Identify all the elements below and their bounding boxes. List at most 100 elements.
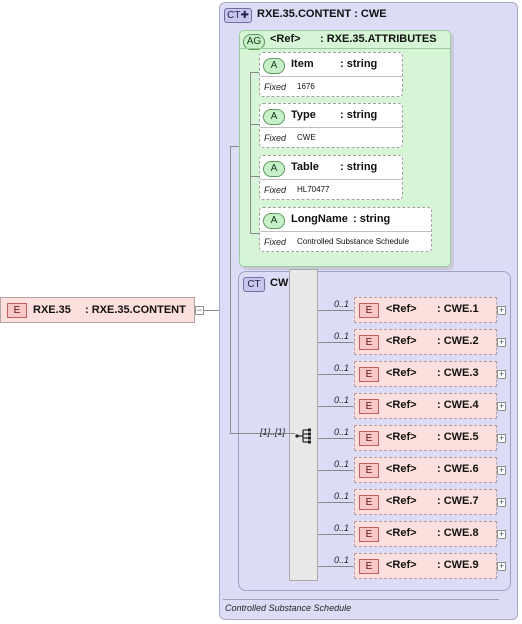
- content-type-title: RXE.35.CONTENT : CWE: [257, 8, 387, 20]
- root-element-name: RXE.35: [33, 304, 71, 316]
- documentation-text: Controlled Substance Schedule: [225, 603, 352, 613]
- element-type: : CWE.4: [437, 399, 479, 411]
- expand-toggle[interactable]: +: [497, 402, 506, 411]
- connector: [318, 566, 354, 567]
- fixed-value: Controlled Substance Schedule: [297, 237, 410, 246]
- connector: [230, 146, 231, 433]
- element-type: : CWE.3: [437, 367, 479, 379]
- element-occurrence: 0..1: [334, 523, 350, 533]
- element-ref: <Ref>: [386, 367, 417, 379]
- connector: [250, 124, 259, 125]
- fixed-label: Fixed: [264, 133, 287, 143]
- connector: [318, 310, 354, 311]
- element-ref: <Ref>: [386, 559, 417, 571]
- expand-toggle[interactable]: +: [497, 498, 506, 507]
- connector: [318, 502, 354, 503]
- attribute-name: Type: [291, 109, 316, 121]
- fixed-value: HL70477: [297, 185, 330, 194]
- expand-toggle[interactable]: +: [497, 530, 506, 539]
- fixed-value: 1676: [297, 82, 315, 91]
- element-badge: E: [359, 463, 379, 478]
- connector: [250, 72, 251, 233]
- element-badge: E: [359, 367, 379, 382]
- element-occurrence: 0..1: [334, 395, 350, 405]
- connector: [250, 72, 259, 73]
- element-type: : CWE.5: [437, 431, 479, 443]
- element-badge: E: [359, 335, 379, 350]
- sequence-icon: [295, 428, 311, 444]
- element-occurrence: 0..1: [334, 459, 350, 469]
- fixed-label: Fixed: [264, 237, 287, 247]
- element-ref: <Ref>: [386, 431, 417, 443]
- content-type-badge: CT✚: [224, 8, 252, 23]
- expand-toggle[interactable]: +: [497, 306, 506, 315]
- fixed-label: Fixed: [264, 82, 287, 92]
- cwe-type-badge: CT: [243, 277, 265, 292]
- element-badge: E: [359, 527, 379, 542]
- element-ref: <Ref>: [386, 495, 417, 507]
- element-badge: E: [7, 303, 27, 318]
- element-badge: E: [359, 495, 379, 510]
- attribute-divider: [260, 127, 402, 128]
- attribute-type: : string: [340, 58, 378, 70]
- connector: [318, 374, 354, 375]
- attribute-type: : string: [353, 213, 391, 225]
- documentation-divider: [223, 599, 499, 600]
- element-type: : CWE.8: [437, 527, 479, 539]
- connector: [318, 406, 354, 407]
- element-badge: E: [359, 559, 379, 574]
- connector: [318, 438, 354, 439]
- element-occurrence: 0..1: [334, 299, 350, 309]
- element-type: : CWE.2: [437, 335, 479, 347]
- connector: [289, 433, 295, 434]
- expand-toggle[interactable]: +: [497, 562, 506, 571]
- element-ref: <Ref>: [386, 399, 417, 411]
- attribute-badge: A: [263, 161, 285, 177]
- connector: [318, 470, 354, 471]
- root-element-type: : RXE.35.CONTENT: [85, 304, 186, 316]
- element-occurrence: 0..1: [334, 363, 350, 373]
- connector: [250, 233, 259, 234]
- expand-toggle[interactable]: +: [497, 434, 506, 443]
- attribute-group-type: : RXE.35.ATTRIBUTES: [320, 33, 437, 45]
- connector: [250, 176, 259, 177]
- expand-icon: ✚: [240, 10, 249, 21]
- element-type: : CWE.7: [437, 495, 479, 507]
- element-type: : CWE.1: [437, 303, 479, 315]
- fixed-label: Fixed: [264, 185, 287, 195]
- attribute-name: Item: [291, 58, 314, 70]
- element-type: : CWE.6: [437, 463, 479, 475]
- element-ref: <Ref>: [386, 463, 417, 475]
- expand-toggle[interactable]: +: [497, 466, 506, 475]
- attribute-badge: A: [263, 109, 285, 125]
- connector: [318, 534, 354, 535]
- sequence-occurrence: [1]..[1]: [260, 427, 286, 437]
- attribute-divider: [260, 179, 402, 180]
- sequence-compositor[interactable]: [289, 269, 318, 581]
- collapse-toggle[interactable]: −: [195, 306, 204, 315]
- expand-toggle[interactable]: +: [497, 370, 506, 379]
- attribute-type: : string: [340, 161, 378, 173]
- attribute-name: Table: [291, 161, 319, 173]
- attribute-type: : string: [340, 109, 378, 121]
- element-badge: E: [359, 399, 379, 414]
- attribute-divider: [260, 231, 431, 232]
- element-occurrence: 0..1: [334, 331, 350, 341]
- attribute-group-ref: <Ref>: [270, 33, 301, 45]
- attribute-divider: [260, 76, 402, 77]
- attribute-badge: A: [263, 213, 285, 229]
- connector: [230, 146, 239, 147]
- element-occurrence: 0..1: [334, 491, 350, 501]
- connector: [318, 342, 354, 343]
- attribute-badge: A: [263, 58, 285, 74]
- element-badge: E: [359, 303, 379, 318]
- root-element[interactable]: E RXE.35 : RXE.35.CONTENT: [0, 297, 195, 323]
- element-type: : CWE.9: [437, 559, 479, 571]
- element-occurrence: 0..1: [334, 555, 350, 565]
- fixed-value: CWE: [297, 133, 316, 142]
- expand-toggle[interactable]: +: [497, 338, 506, 347]
- element-badge: E: [359, 431, 379, 446]
- element-ref: <Ref>: [386, 527, 417, 539]
- attribute-name: LongName: [291, 213, 348, 225]
- element-ref: <Ref>: [386, 303, 417, 315]
